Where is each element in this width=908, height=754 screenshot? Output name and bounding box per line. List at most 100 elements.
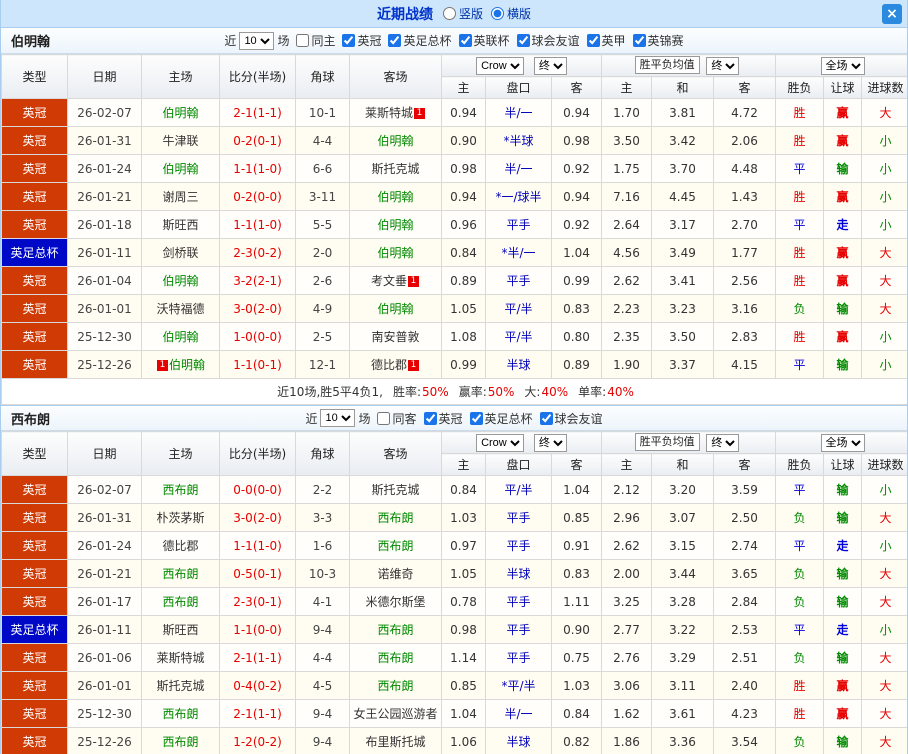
team-link[interactable]: 谢周三 bbox=[162, 190, 198, 204]
home-team-cell[interactable]: 谢周三 bbox=[141, 182, 220, 211]
filter-checkbox-6[interactable]: 英锦赛 bbox=[632, 32, 684, 49]
team-link[interactable]: 西布朗 bbox=[377, 623, 413, 637]
avg-final-select[interactable]: 终 bbox=[706, 56, 740, 75]
team-link[interactable]: 西布朗 bbox=[162, 567, 198, 581]
team-link[interactable]: 女王公园巡游者 bbox=[353, 707, 437, 721]
score-cell[interactable]: 2-1(1-1) bbox=[219, 98, 296, 127]
team-link[interactable]: 西布朗 bbox=[377, 511, 413, 525]
team-link[interactable]: 西布朗 bbox=[162, 735, 198, 749]
odds-company-select[interactable]: Crow bbox=[476, 433, 525, 452]
home-team-cell[interactable]: 伯明翰 bbox=[141, 266, 220, 295]
score-cell[interactable]: 2-3(0-2) bbox=[219, 238, 296, 267]
home-team-cell[interactable]: 1 伯明翰 bbox=[141, 350, 220, 379]
home-team-cell[interactable]: 斯托克城 bbox=[141, 671, 220, 700]
home-team-cell[interactable]: 伯明翰 bbox=[141, 322, 220, 351]
score-cell[interactable]: 3-2(2-1) bbox=[219, 266, 296, 295]
home-team-cell[interactable]: 西布朗 bbox=[141, 559, 220, 588]
team-link[interactable]: 南安普敦 bbox=[371, 330, 419, 344]
checkbox-input[interactable] bbox=[632, 34, 646, 47]
checkbox-input[interactable] bbox=[516, 34, 530, 47]
away-team-cell[interactable]: 德比郡 1 bbox=[349, 350, 442, 379]
away-team-cell[interactable]: 考文垂 1 bbox=[349, 266, 442, 295]
team-link[interactable]: 莱斯特城 bbox=[365, 106, 413, 120]
team-link[interactable]: 牛津联 bbox=[162, 134, 198, 148]
team-link[interactable]: 伯明翰 bbox=[377, 302, 413, 316]
home-team-cell[interactable]: 西布朗 bbox=[141, 475, 220, 504]
home-team-cell[interactable]: 西布朗 bbox=[141, 727, 220, 754]
team-link[interactable]: 斯旺西 bbox=[162, 623, 198, 637]
home-team-cell[interactable]: 朴茨茅斯 bbox=[141, 503, 220, 532]
team-link[interactable]: 考文垂 bbox=[371, 274, 407, 288]
away-team-cell[interactable]: 西布朗 bbox=[349, 503, 442, 532]
team-link[interactable]: 莱斯特城 bbox=[156, 651, 204, 665]
home-team-cell[interactable]: 伯明翰 bbox=[141, 98, 220, 127]
home-team-cell[interactable]: 斯旺西 bbox=[141, 210, 220, 239]
team-link[interactable]: 布里斯托城 bbox=[365, 735, 425, 749]
score-cell[interactable]: 1-1(1-0) bbox=[219, 210, 296, 239]
checkbox-input[interactable] bbox=[458, 34, 472, 47]
match-count-select[interactable]: 10 bbox=[320, 409, 356, 427]
away-team-cell[interactable]: 伯明翰 bbox=[349, 126, 442, 155]
match-count-select[interactable]: 10 bbox=[239, 31, 275, 50]
team-link[interactable]: 伯明翰 bbox=[377, 134, 413, 148]
team-link[interactable]: 斯托克城 bbox=[156, 679, 204, 693]
checkbox-input[interactable] bbox=[423, 411, 437, 425]
away-team-cell[interactable]: 西布朗 bbox=[349, 531, 442, 560]
home-team-cell[interactable]: 西布朗 bbox=[141, 699, 220, 728]
score-cell[interactable]: 0-4(0-2) bbox=[219, 671, 296, 700]
close-button[interactable]: × bbox=[882, 4, 902, 24]
score-cell[interactable]: 1-1(0-0) bbox=[219, 615, 296, 644]
checkbox-input[interactable] bbox=[539, 411, 553, 425]
team-link[interactable]: 西布朗 bbox=[162, 483, 198, 497]
checkbox-input[interactable] bbox=[469, 411, 483, 425]
away-team-cell[interactable]: 斯托克城 bbox=[349, 475, 442, 504]
view-radio-icon[interactable] bbox=[491, 7, 504, 20]
team-link[interactable]: 伯明翰 bbox=[377, 218, 413, 232]
away-team-cell[interactable]: 伯明翰 bbox=[349, 210, 442, 239]
home-team-cell[interactable]: 牛津联 bbox=[141, 126, 220, 155]
home-team-cell[interactable]: 西布朗 bbox=[141, 587, 220, 616]
filter-checkbox-3[interactable]: 球会友谊 bbox=[539, 410, 603, 427]
team-link[interactable]: 诺维奇 bbox=[377, 567, 413, 581]
score-cell[interactable]: 0-5(0-1) bbox=[219, 559, 296, 588]
away-team-cell[interactable]: 西布朗 bbox=[349, 643, 442, 672]
avg-final-select[interactable]: 终 bbox=[706, 433, 740, 452]
filter-checkbox-4[interactable]: 球会友谊 bbox=[516, 32, 580, 49]
away-team-cell[interactable]: 伯明翰 bbox=[349, 238, 442, 267]
team-link[interactable]: 伯明翰 bbox=[377, 246, 413, 260]
team-link[interactable]: 斯旺西 bbox=[162, 218, 198, 232]
odds-final-select[interactable]: 终 bbox=[533, 433, 567, 452]
away-team-cell[interactable]: 布里斯托城 bbox=[349, 727, 442, 754]
filter-checkbox-3[interactable]: 英联杯 bbox=[458, 32, 510, 49]
score-cell[interactable]: 1-2(0-2) bbox=[219, 727, 296, 754]
fulltime-select[interactable]: 全场 bbox=[820, 433, 865, 452]
filter-checkbox-1[interactable]: 英冠 bbox=[342, 32, 381, 49]
score-cell[interactable]: 1-1(1-0) bbox=[219, 154, 296, 183]
view-option-0[interactable]: 竖版 bbox=[442, 5, 483, 22]
home-team-cell[interactable]: 斯旺西 bbox=[141, 615, 220, 644]
team-link[interactable]: 伯明翰 bbox=[169, 358, 205, 372]
checkbox-input[interactable] bbox=[586, 34, 600, 47]
score-cell[interactable]: 2-3(0-1) bbox=[219, 587, 296, 616]
team-link[interactable]: 西布朗 bbox=[377, 679, 413, 693]
away-team-cell[interactable]: 西布朗 bbox=[349, 671, 442, 700]
team-link[interactable]: 德比郡 bbox=[371, 358, 407, 372]
home-team-cell[interactable]: 莱斯特城 bbox=[141, 643, 220, 672]
score-cell[interactable]: 1-0(0-0) bbox=[219, 322, 296, 351]
odds-company-select[interactable]: Crow bbox=[476, 56, 525, 75]
team-link[interactable]: 斯托克城 bbox=[371, 162, 419, 176]
team-link[interactable]: 西布朗 bbox=[377, 651, 413, 665]
filter-checkbox-1[interactable]: 英冠 bbox=[423, 410, 463, 427]
team-link[interactable]: 德比郡 bbox=[162, 539, 198, 553]
team-link[interactable]: 伯明翰 bbox=[377, 190, 413, 204]
away-team-cell[interactable]: 伯明翰 bbox=[349, 182, 442, 211]
score-cell[interactable]: 1-1(0-1) bbox=[219, 350, 296, 379]
checkbox-input[interactable] bbox=[388, 34, 402, 47]
team-link[interactable]: 朴茨茅斯 bbox=[156, 511, 204, 525]
score-cell[interactable]: 3-0(2-0) bbox=[219, 503, 296, 532]
away-team-cell[interactable]: 米德尔斯堡 bbox=[349, 587, 442, 616]
score-cell[interactable]: 2-1(1-1) bbox=[219, 643, 296, 672]
team-link[interactable]: 伯明翰 bbox=[162, 162, 198, 176]
team-link[interactable]: 米德尔斯堡 bbox=[365, 595, 425, 609]
team-link[interactable]: 伯明翰 bbox=[162, 330, 198, 344]
